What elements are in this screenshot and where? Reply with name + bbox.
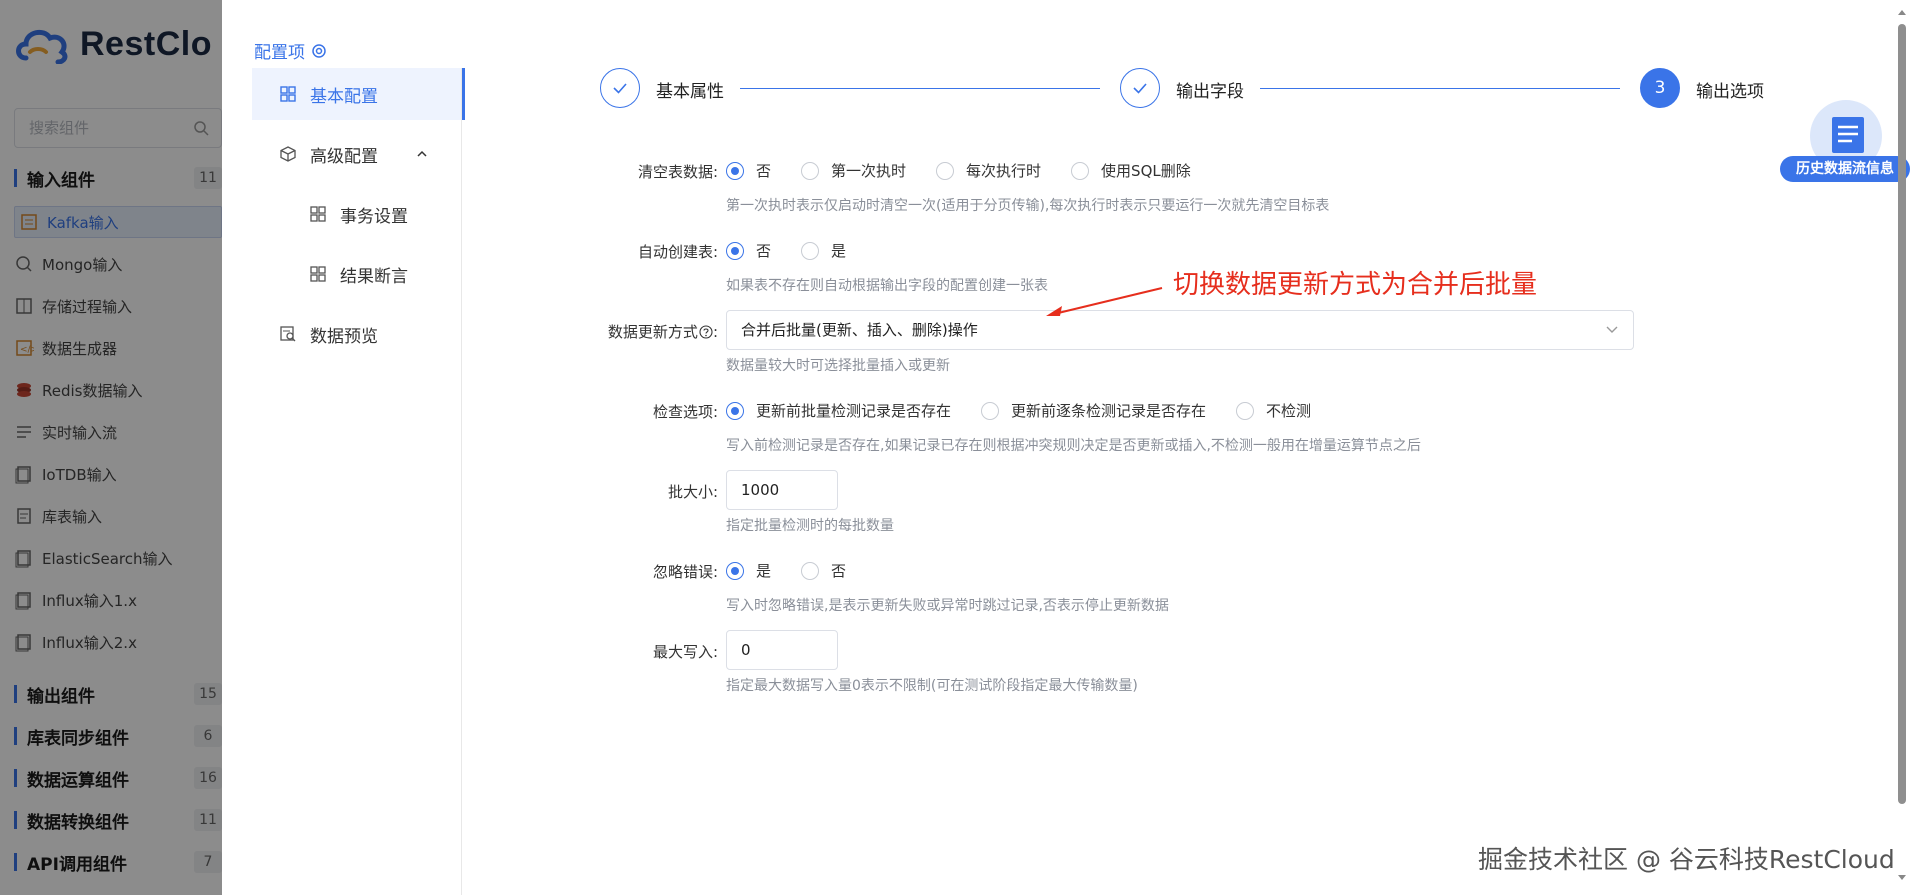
nav-label: 事务设置 [340, 206, 408, 227]
batch-size-label: 批大小: [667, 483, 718, 501]
ignore-errors-radio-group: 是 否 [726, 560, 876, 581]
nav-item-basic-config[interactable]: 基本配置 [252, 68, 465, 120]
clear-table-option-no[interactable]: 否 [726, 160, 771, 181]
check-option-each[interactable]: 更新前逐条检测记录是否存在 [981, 400, 1206, 421]
ignore-errors-label: 忽略错误: [652, 563, 718, 581]
step-connector [740, 88, 1100, 89]
radio-dot [726, 561, 744, 580]
clear-table-label: 清空表数据: [637, 163, 718, 181]
ignore-errors-option-no[interactable]: 否 [801, 560, 846, 581]
watermark: 掘金技术社区 @ 谷云科技RestCloud [1478, 845, 1895, 874]
nav-label: 结果断言 [340, 266, 408, 287]
auto-create-label: 自动创建表: [637, 243, 718, 261]
target-icon [312, 43, 326, 58]
radio-dot [726, 161, 744, 180]
check-option-hint: 写入前检测记录是否存在,如果记录已存在则根据冲突规则决定是否更新或插入,不检测一… [726, 438, 1421, 454]
update-mode-label-text: 数据更新方式 [607, 323, 698, 341]
radio-dot [936, 161, 955, 180]
clear-table-hint: 第一次执时表示仅启动时清空一次(适用于分页传输),每次执行时表示只要运行一次就先… [726, 198, 1330, 214]
update-mode-value: 合并后批量(更新、插入、删除)操作 [741, 321, 978, 339]
nav-label: 基本配置 [310, 86, 378, 107]
option-label: 不检测 [1266, 402, 1312, 420]
auto-create-radio-group: 否 是 [726, 240, 876, 261]
history-dataflow-button[interactable]: 历史数据流信息 [1780, 100, 1910, 182]
step-2-check-icon[interactable] [1120, 68, 1160, 108]
scroll-down-arrow-icon[interactable] [1897, 874, 1907, 882]
option-label: 每次执行时 [966, 162, 1042, 180]
document-icon [1832, 117, 1864, 153]
option-label: 更新前逐条检测记录是否存在 [1011, 402, 1207, 420]
option-label: 更新前批量检测记录是否存在 [756, 402, 952, 420]
batch-size-input[interactable]: 1000 [726, 470, 838, 510]
stepper: 基本属性 输出字段 3 输出选项 [600, 68, 1910, 110]
annotation-text: 切换数据更新方式为合并后批量 [1173, 270, 1538, 300]
vertical-scrollbar[interactable] [1898, 24, 1906, 804]
grid-icon [310, 206, 326, 222]
option-label: 使用SQL删除 [1101, 162, 1191, 180]
grid-icon [280, 86, 296, 102]
check-option-none[interactable]: 不检测 [1236, 400, 1311, 421]
option-label: 否 [756, 162, 772, 180]
clear-table-option-first-run[interactable]: 第一次执时 [801, 160, 906, 181]
max-write-label: 最大写入: [652, 643, 718, 661]
step-2-label: 输出字段 [1176, 82, 1244, 102]
auto-create-option-yes[interactable]: 是 [801, 240, 846, 261]
update-mode-label-colon: : [712, 323, 718, 341]
clear-table-option-every-run[interactable]: 每次执行时 [936, 160, 1041, 181]
annotation-arrow [1046, 287, 1163, 316]
option-label: 是 [831, 242, 847, 260]
scroll-up-arrow-icon[interactable] [1897, 8, 1907, 16]
radio-dot [726, 241, 744, 260]
nav-item-transaction[interactable]: 事务设置 [252, 188, 462, 240]
update-mode-label: 数据更新方式: [218, 321, 718, 342]
update-mode-hint: 数据量较大时可选择批量插入或更新 [726, 358, 950, 374]
config-title: 配置项 [254, 38, 327, 63]
history-label: 历史数据流信息 [1780, 156, 1910, 182]
option-label: 第一次执时 [831, 162, 907, 180]
max-write-hint: 指定最大数据写入量0表示不限制(可在测试阶段指定最大传输数量) [726, 678, 1138, 694]
radio-dot [981, 401, 1000, 420]
radio-dot [726, 401, 744, 420]
clear-table-option-sql-delete[interactable]: 使用SQL删除 [1071, 160, 1191, 181]
radio-dot [801, 161, 820, 180]
update-mode-select[interactable]: 合并后批量(更新、插入、删除)操作 [726, 310, 1634, 350]
step-3-label: 输出选项 [1696, 82, 1764, 102]
auto-create-hint: 如果表不存在则自动根据输出字段的配置创建一张表 [726, 278, 1048, 294]
help-icon[interactable] [699, 325, 713, 339]
modal-backdrop[interactable] [0, 0, 222, 895]
radio-dot [1071, 161, 1090, 180]
radio-dot [1236, 401, 1255, 420]
option-label: 否 [756, 242, 772, 260]
ignore-errors-hint: 写入时忽略错误,是表示更新失败或异常时跳过记录,否表示停止更新数据 [726, 598, 1169, 614]
option-label: 是 [756, 562, 772, 580]
batch-size-hint: 指定批量检测时的每批数量 [726, 518, 894, 534]
grid-icon [310, 266, 326, 282]
ignore-errors-option-yes[interactable]: 是 [726, 560, 771, 581]
radio-dot [801, 561, 820, 580]
background-app-sidebar: RestClo 搜索组件 输入组件 11 Kafka输入 Mongo输入 存储过… [0, 0, 222, 895]
chevron-up-icon[interactable] [416, 148, 428, 160]
auto-create-option-no[interactable]: 否 [726, 240, 771, 261]
check-option-radio-group: 更新前批量检测记录是否存在 更新前逐条检测记录是否存在 不检测 [726, 400, 1341, 421]
chevron-down-icon [1606, 326, 1618, 333]
check-option-batch[interactable]: 更新前批量检测记录是否存在 [726, 400, 951, 421]
step-1-label: 基本属性 [656, 82, 724, 102]
option-label: 否 [831, 562, 847, 580]
check-option-label: 检查选项: [652, 403, 718, 421]
max-write-input[interactable]: 0 [726, 630, 838, 670]
cube-icon [280, 146, 296, 162]
step-connector [1260, 88, 1620, 89]
step-3-number[interactable]: 3 [1640, 68, 1680, 108]
config-title-text: 配置项 [254, 43, 305, 63]
step-1-check-icon[interactable] [600, 68, 640, 108]
radio-dot [801, 241, 820, 260]
clear-table-radio-group: 否 第一次执时 每次执行时 使用SQL删除 [726, 160, 1221, 181]
